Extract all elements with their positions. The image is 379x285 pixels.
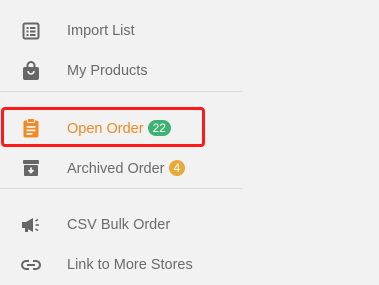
sidebar-item-open-order[interactable]: Open Order 22 [0, 108, 260, 148]
sidebar-item-label: Import List [67, 23, 135, 39]
sidebar-item-link-stores[interactable]: Link to More Stores [0, 245, 260, 285]
sidebar-item-text: Open Order [67, 120, 144, 137]
clipboard-icon [21, 118, 41, 138]
count-badge: 22 [147, 119, 171, 136]
sidebar-item-archived-order[interactable]: Archived Order 4 [0, 148, 260, 188]
archive-box-icon [21, 158, 41, 178]
sidebar-item-text: Archived Order [67, 160, 165, 177]
sidebar-item-label: CSV Bulk Order [67, 217, 171, 233]
sidebar-item-label: Link to More Stores [67, 257, 193, 273]
list-icon [21, 21, 41, 41]
sidebar-menu: Import List My Products Open Order 22 Ar… [0, 0, 379, 285]
count-badge: 4 [168, 159, 186, 176]
sidebar-item-csv-bulk-order[interactable]: CSV Bulk Order [0, 205, 260, 245]
link-icon [21, 255, 41, 275]
shopping-bag-icon [21, 61, 41, 81]
sidebar-item-label: Open Order 22 [67, 119, 171, 137]
divider [0, 188, 242, 189]
sidebar-item-import-list[interactable]: Import List [0, 11, 260, 51]
sidebar-item-my-products[interactable]: My Products [0, 51, 260, 91]
sidebar-item-label: My Products [67, 63, 148, 79]
megaphone-icon [21, 215, 41, 235]
divider [0, 91, 242, 92]
sidebar-item-label: Archived Order 4 [67, 159, 186, 177]
